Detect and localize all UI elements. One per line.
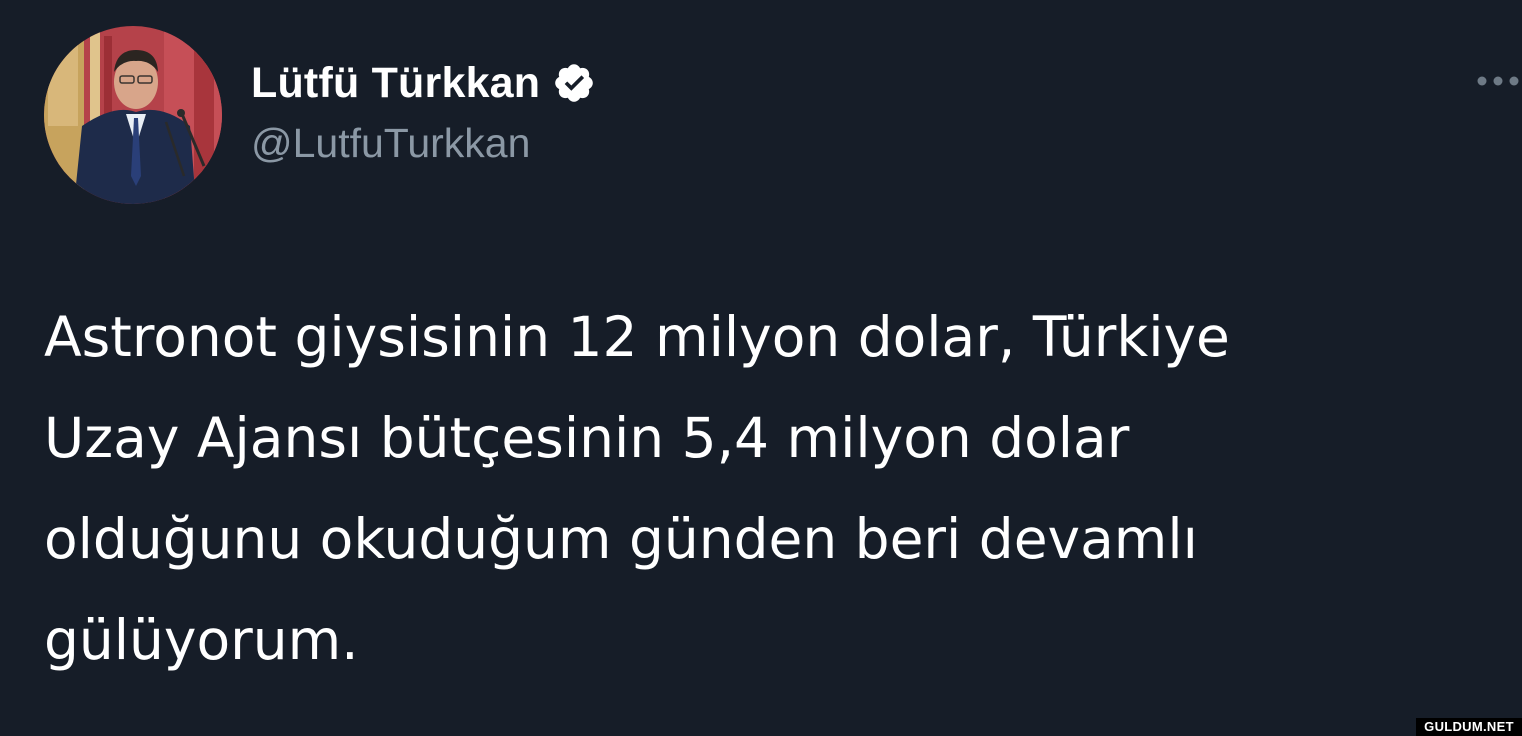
verified-badge-icon <box>552 61 596 105</box>
tweet-card: Lütfü Türkkan @LutfuTurkkan Astronot giy… <box>0 0 1522 736</box>
more-options-icon[interactable] <box>1474 66 1522 96</box>
tweet-text-line: olduğunu okuduğum günden beri devamlı <box>44 507 1198 571</box>
author-display-name[interactable]: Lütfü Türkkan <box>251 59 540 108</box>
tweet-text: Astronot giysisinin 12 milyon dolar, Tür… <box>44 287 1494 691</box>
tweet-text-line: Astronot giysisinin 12 milyon dolar, Tür… <box>44 305 1230 369</box>
site-watermark: GULDUM.NET <box>1416 718 1522 736</box>
author-avatar[interactable] <box>44 26 222 204</box>
tweet-text-line: gülüyorum. <box>44 608 359 672</box>
avatar-photo-icon <box>44 26 222 204</box>
author-handle[interactable]: @LutfuTurkkan <box>251 120 530 167</box>
tweet-text-line: Uzay Ajansı bütçesinin 5,4 milyon dolar <box>44 406 1130 470</box>
author-name-row: Lütfü Türkkan <box>251 52 596 114</box>
